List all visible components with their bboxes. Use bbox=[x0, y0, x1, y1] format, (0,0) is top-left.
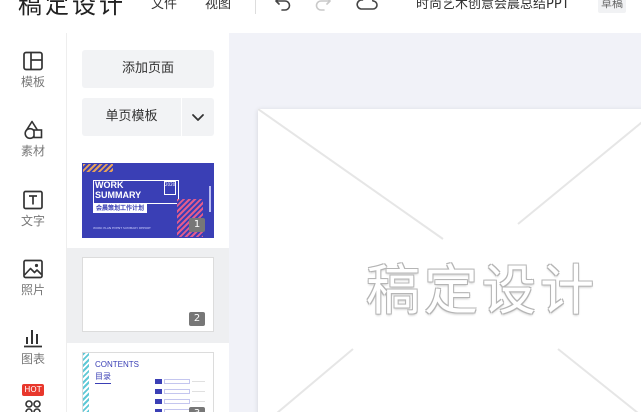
single-template-button[interactable]: 单页模板 bbox=[82, 98, 181, 136]
app-logo[interactable]: 稿定设计 bbox=[18, 0, 126, 20]
page-thumbnail-3[interactable]: CONTENTS 目录 3 bbox=[67, 343, 230, 412]
add-page-button[interactable]: 添加页面 bbox=[82, 50, 214, 88]
slide-thumbnail: CONTENTS 目录 3 bbox=[82, 352, 214, 412]
slide-thumbnail: WORK SUMMARY 2020 会晨策划工作计划 WORK PLAN EVE… bbox=[82, 163, 214, 238]
decorative-stripes bbox=[83, 353, 89, 412]
sidebar-item-template[interactable]: 模板 bbox=[0, 51, 66, 89]
undo-icon[interactable] bbox=[272, 0, 296, 14]
sidebar-item-photos[interactable]: 照片 bbox=[0, 259, 66, 297]
page-thumbnail-1[interactable]: WORK SUMMARY 2020 会晨策划工作计划 WORK PLAN EVE… bbox=[67, 153, 230, 248]
tool-rail: 模板 素材 文字 照片 图表 bbox=[0, 33, 66, 412]
template-icon bbox=[23, 51, 43, 71]
top-bar: 稿定设计 文件 视图 时尚艺术创意会晨总结PPT 草稿 bbox=[0, 0, 641, 33]
page-number: 3 bbox=[189, 407, 205, 412]
document-title[interactable]: 时尚艺术创意会晨总结PPT bbox=[416, 0, 570, 14]
image-icon bbox=[23, 259, 43, 279]
sidebar-item-charts[interactable]: 图表 bbox=[0, 328, 66, 366]
hot-badge: HOT bbox=[22, 384, 44, 396]
decorative-stripes bbox=[83, 164, 113, 172]
toolbar-divider bbox=[255, 0, 256, 14]
page-number: 1 bbox=[189, 218, 205, 232]
single-template-dropdown[interactable] bbox=[182, 98, 214, 136]
canvas-area[interactable]: 稿定设计 bbox=[229, 33, 641, 412]
thumb-subtitle: 会晨策划工作计划 bbox=[93, 204, 148, 213]
sidebar-item-label: 文字 bbox=[20, 214, 45, 228]
menu-file[interactable]: 文件 bbox=[151, 0, 177, 14]
divider bbox=[95, 383, 111, 384]
decorative-line bbox=[209, 186, 211, 212]
text-icon bbox=[23, 190, 43, 210]
thumb-title-line2: SUMMARY bbox=[95, 190, 142, 200]
page-number: 2 bbox=[189, 312, 205, 326]
thumb-toc-item bbox=[155, 379, 205, 384]
sidebar-item-materials[interactable]: 素材 bbox=[0, 120, 66, 158]
thumb-contents-title-cn: 目录 bbox=[95, 372, 111, 381]
apps-icon bbox=[25, 400, 41, 412]
sidebar-item-label: 模板 bbox=[20, 75, 45, 89]
thumb-toc-item bbox=[155, 399, 205, 404]
sidebar-item-apps[interactable] bbox=[0, 398, 66, 412]
thumb-tagline: WORK PLAN EVENT SUMMARY REPORT bbox=[93, 226, 151, 230]
slide-canvas[interactable]: 稿定设计 bbox=[258, 109, 641, 412]
slide-thumbnail: 2 bbox=[82, 257, 214, 332]
thumb-year: 2020 bbox=[164, 181, 176, 195]
single-template-control: 单页模板 bbox=[82, 98, 214, 136]
shapes-icon bbox=[24, 120, 43, 140]
chevron-down-icon bbox=[192, 114, 204, 121]
watermark-text: 稿定设计 bbox=[366, 259, 598, 322]
cloud-icon[interactable] bbox=[355, 0, 379, 14]
thumb-contents-title: CONTENTS bbox=[95, 360, 139, 369]
page-thumbnail-2[interactable]: 2 bbox=[67, 248, 230, 343]
redo-icon[interactable] bbox=[312, 0, 336, 14]
sidebar-item-label: 图表 bbox=[20, 352, 45, 366]
pages-panel: 添加页面 单页模板 WORK SUMMARY 2020 会晨策划工作计划 WOR… bbox=[66, 33, 230, 412]
chart-icon bbox=[24, 330, 42, 348]
draft-badge: 草稿 bbox=[598, 0, 626, 13]
sidebar-item-label: 素材 bbox=[20, 144, 45, 158]
sidebar-item-label: 照片 bbox=[20, 283, 45, 297]
sidebar-item-text[interactable]: 文字 bbox=[0, 190, 66, 228]
thumb-toc-item bbox=[155, 389, 205, 394]
thumb-title-line1: WORK bbox=[95, 180, 124, 190]
menu-view[interactable]: 视图 bbox=[205, 0, 231, 14]
